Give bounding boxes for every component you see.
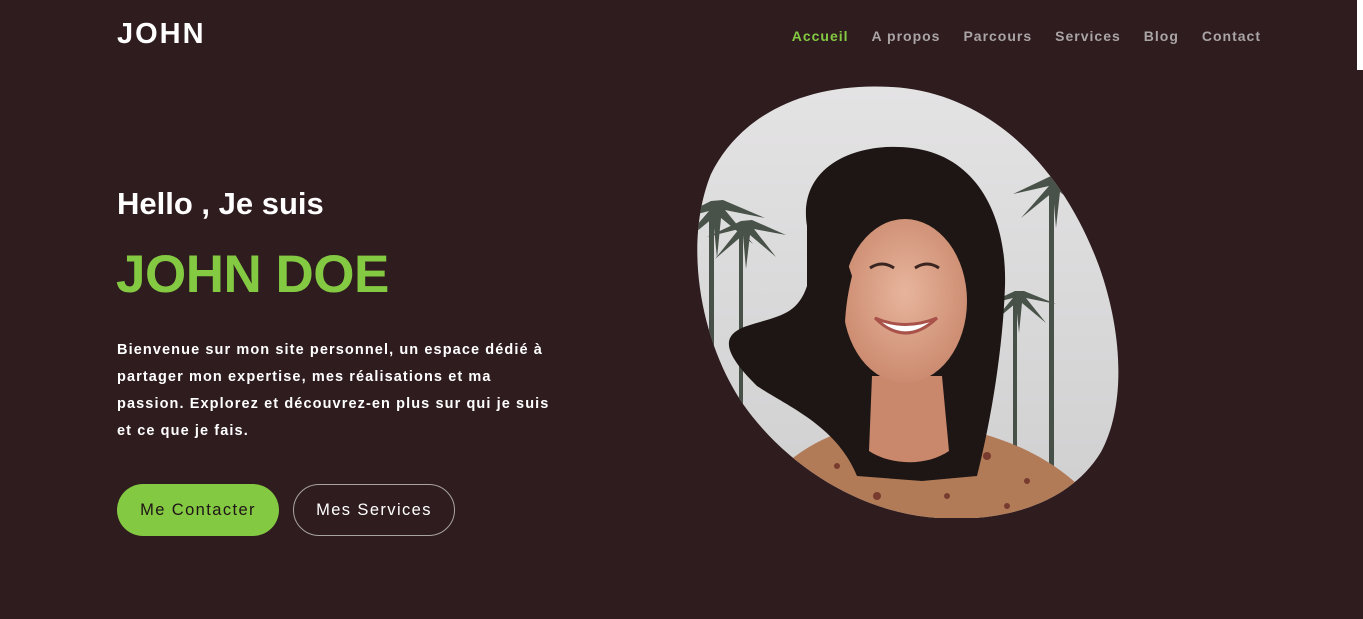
- nav-item-parcours: Parcours: [963, 28, 1032, 46]
- contact-button[interactable]: Me Contacter: [117, 484, 279, 536]
- scrollbar-track-top: [1357, 0, 1363, 70]
- main-nav: Accueil A propos Parcours Services Blog …: [792, 28, 1261, 46]
- hero-greeting: Hello , Je suis: [117, 186, 324, 221]
- woman-portrait-photo-icon: [697, 86, 1119, 518]
- hero-intro: Bienvenue sur mon site personnel, un esp…: [117, 342, 550, 439]
- hero-name: JOHN DOE: [116, 245, 389, 304]
- nav-item-services: Services: [1055, 28, 1121, 46]
- nav-item-a-propos: A propos: [872, 28, 941, 46]
- nav-item-blog: Blog: [1144, 28, 1179, 46]
- services-button[interactable]: Mes Services: [293, 484, 455, 536]
- scrollbar-track: [1357, 70, 1363, 619]
- nav-link-a-propos[interactable]: A propos: [872, 28, 941, 44]
- page: JOHN Accueil A propos Parcours Services …: [0, 0, 1357, 619]
- portrait-image: [697, 86, 1119, 518]
- nav-link-parcours[interactable]: Parcours: [963, 28, 1032, 44]
- nav-item-accueil: Accueil: [792, 28, 849, 46]
- nav-link-contact[interactable]: Contact: [1202, 28, 1261, 44]
- site-logo[interactable]: JOHN: [117, 18, 206, 51]
- nav-link-accueil[interactable]: Accueil: [792, 28, 849, 44]
- nav-link-services[interactable]: Services: [1055, 28, 1121, 44]
- nav-link-blog[interactable]: Blog: [1144, 28, 1179, 44]
- nav-item-contact: Contact: [1202, 28, 1261, 46]
